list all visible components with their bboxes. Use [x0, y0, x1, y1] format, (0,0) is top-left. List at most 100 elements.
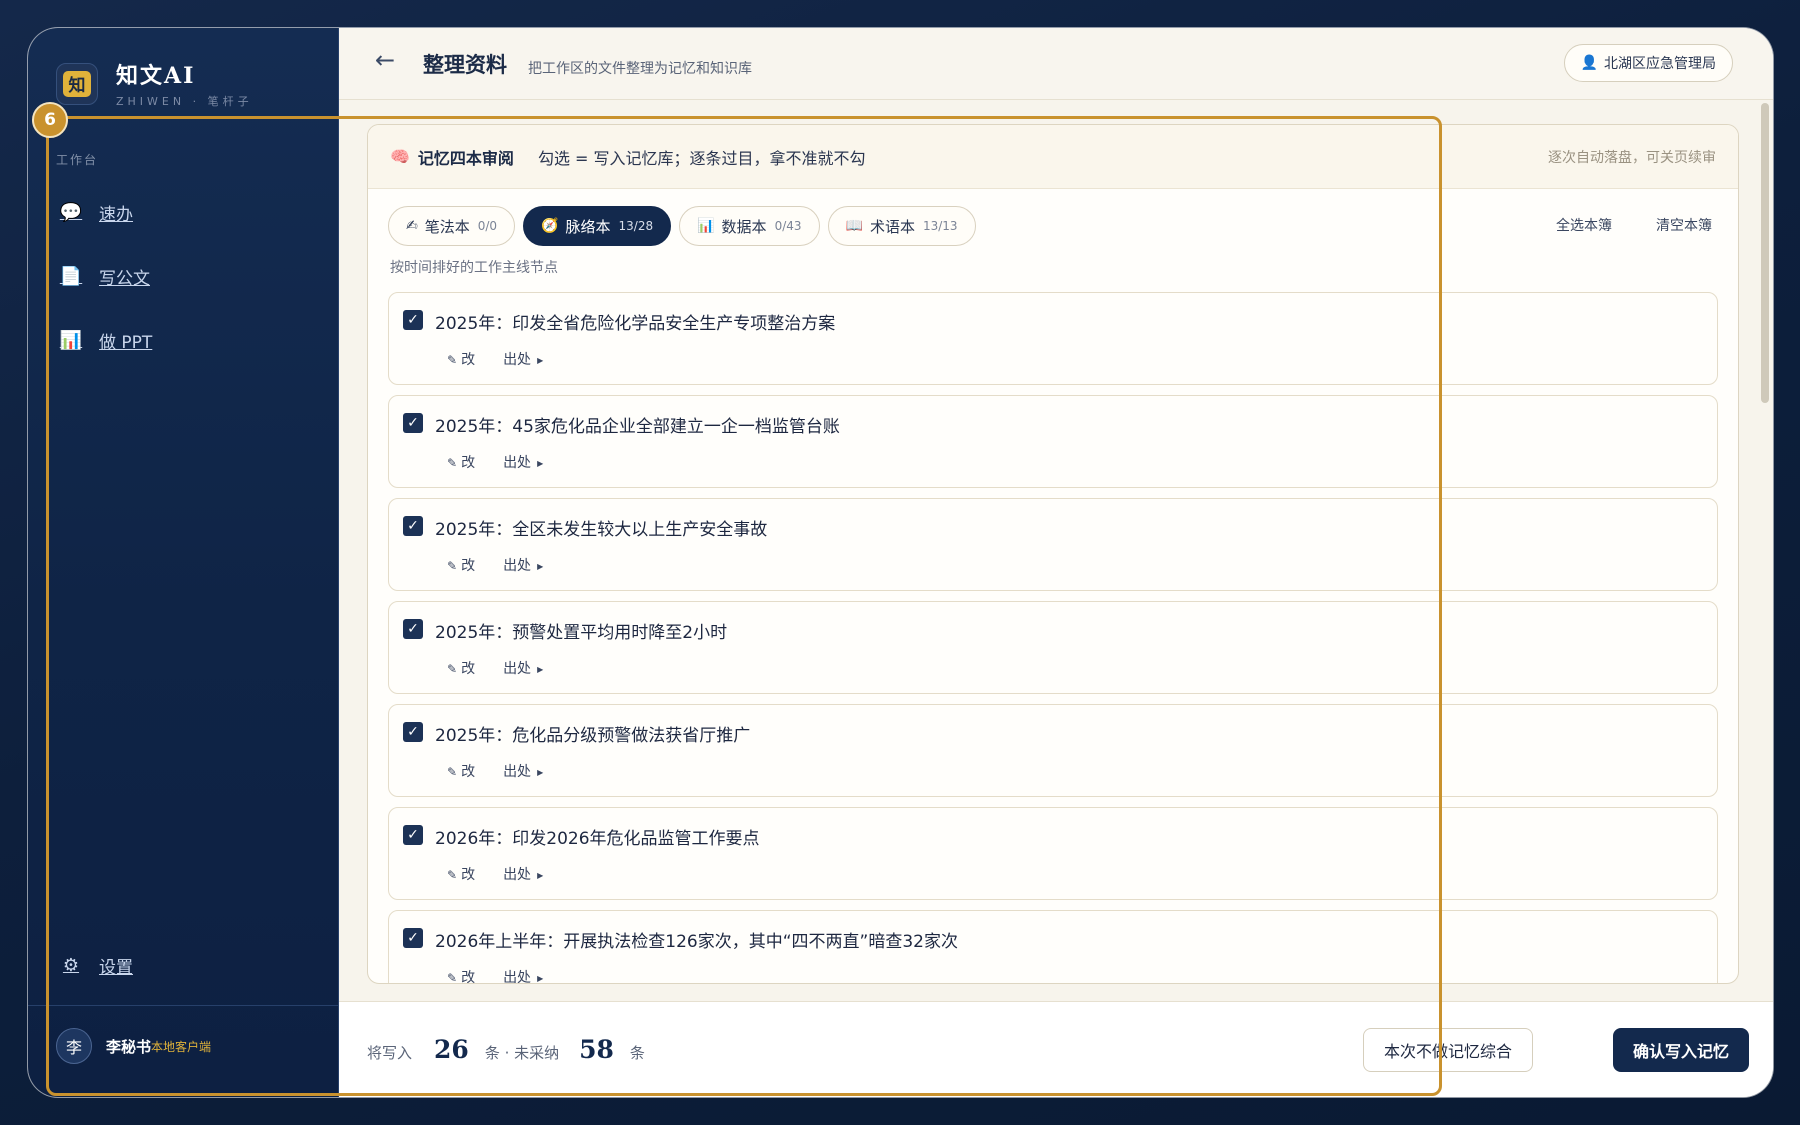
tab-count: 13/13 [922, 219, 958, 233]
user-icon: 👤 [1580, 55, 1598, 71]
org-name: 北湖区应急管理局 [1604, 56, 1716, 72]
pencil-icon: ✎ [447, 559, 458, 573]
item-text: 2025年：全区未发生较大以上生产安全事故 [435, 520, 768, 540]
page-title: 整理资料 [423, 52, 507, 77]
page-header: ← 整理资料 把工作区的文件整理为记忆和知识库 👤 北湖区应急管理局 [339, 28, 1773, 100]
tab-count: 0/0 [477, 219, 498, 233]
triangle-right-icon: ▶ [537, 973, 544, 983]
source-toggle[interactable]: 出处 ▶ [503, 349, 543, 369]
edit-button[interactable]: ✎ 改 [447, 658, 475, 678]
checkbox[interactable]: ✓ [403, 310, 423, 330]
tab-actions: 全选本簿 清空本簿 [1512, 215, 1712, 235]
gear-icon: ⚙ [62, 955, 80, 976]
edit-button[interactable]: ✎ 改 [447, 967, 475, 984]
will-write-label: 将写入 [367, 1044, 413, 1062]
brain-icon: 🧠 [390, 147, 410, 166]
source-toggle[interactable]: 出处 ▶ [503, 555, 543, 575]
autosave-note: 逐次自动落盘，可关页续审 [1548, 149, 1716, 166]
tab-timeline[interactable]: 🧭 脉络本 13/28 [523, 206, 672, 246]
footer-bar: 将写入 26 条 · 未采纳 58 条 本次不做记忆综合 确认写入记忆 [339, 1001, 1773, 1097]
edit-button[interactable]: ✎ 改 [447, 349, 475, 369]
tab-count: 13/28 [618, 219, 654, 233]
org-chip[interactable]: 👤 北湖区应急管理局 [1563, 44, 1733, 82]
tab-data[interactable]: 📊 数据本 0/43 [679, 206, 820, 246]
pencil-icon: ✎ [447, 662, 458, 676]
source-toggle[interactable]: 出处 ▶ [503, 761, 543, 781]
tab-count: 0/43 [774, 219, 802, 233]
tab-label: 数据本 [721, 217, 767, 236]
will-write-count: 26 [434, 1035, 469, 1064]
user-profile[interactable]: 李 李秘书 本地客户端 [56, 1028, 211, 1064]
speech-bubble-icon: 💬 [59, 202, 83, 223]
writing-hand-icon: ✍ [406, 218, 418, 234]
sidebar-divider [28, 1005, 338, 1006]
confirm-write-button[interactable]: 确认写入记忆 [1612, 1028, 1749, 1072]
source-toggle[interactable]: 出处 ▶ [503, 452, 543, 472]
pencil-icon: ✎ [447, 353, 458, 367]
list-item: ✓ 2026年：印发2026年危化品监管工作要点 ✎ 改 出处 ▶ [388, 807, 1718, 900]
pencil-icon: ✎ [447, 456, 458, 470]
bar-chart-icon: 📊 [59, 330, 83, 351]
source-toggle[interactable]: 出处 ▶ [503, 967, 544, 983]
clear-button[interactable]: 清空本簿 [1656, 215, 1712, 235]
card-title: 记忆四本审阅 [417, 148, 514, 168]
edit-button[interactable]: ✎ 改 [447, 761, 475, 781]
checkbox[interactable]: ✓ [403, 722, 423, 742]
pencil-icon: ✎ [447, 971, 458, 984]
item-text: 2025年：印发全省危险化学品安全生产专项整治方案 [435, 314, 836, 334]
list-hint: 按时间排好的工作主线节点 [390, 260, 558, 276]
item-text: 2026年上半年：开展执法检查126家次，其中“四不两直”暗查32家次 [435, 932, 958, 952]
checkbox[interactable]: ✓ [403, 516, 423, 536]
checkbox[interactable]: ✓ [403, 619, 423, 639]
tab-label: 笔法本 [424, 217, 470, 236]
triangle-right-icon: ▶ [537, 561, 544, 571]
card-description: 勾选 = 写入记忆库；逐条过目，拿不准就不勾 [537, 148, 866, 168]
brand-logo: 知 [56, 62, 98, 105]
source-toggle[interactable]: 出处 ▶ [503, 864, 543, 884]
source-toggle[interactable]: 出处 ▶ [503, 658, 543, 678]
nav-section-label: 工作台 [56, 153, 99, 167]
sidebar-item-write-doc[interactable]: 📄 写公文 [58, 264, 150, 289]
sidebar-item-label: 设置 [99, 958, 133, 978]
rejected-count: 58 [579, 1035, 614, 1064]
edit-button[interactable]: ✎ 改 [447, 864, 475, 884]
document-icon: 📄 [59, 266, 83, 287]
checkbox[interactable]: ✓ [403, 825, 423, 845]
edit-button[interactable]: ✎ 改 [447, 452, 475, 472]
brand: 知 知文AI ZHIWEN · 笔杆子 [56, 58, 253, 109]
back-arrow-icon[interactable]: ← [375, 46, 395, 74]
page-subtitle: 把工作区的文件整理为记忆和知识库 [528, 61, 752, 77]
item-text: 2025年：预警处置平均用时降至2小时 [435, 623, 728, 643]
skip-button[interactable]: 本次不做记忆综合 [1362, 1028, 1533, 1072]
user-name: 李秘书 [106, 1037, 152, 1056]
avatar: 李 [56, 1028, 92, 1064]
card-header: 🧠 记忆四本审阅 勾选 = 写入记忆库；逐条过目，拿不准就不勾 逐次自动落盘，可… [368, 125, 1738, 189]
checkbox[interactable]: ✓ [403, 928, 423, 948]
select-all-button[interactable]: 全选本簿 [1556, 215, 1612, 235]
timeline-list: ✓ 2025年：印发全省危险化学品安全生产专项整治方案 ✎ 改 出处 ▶ ✓ 202… [388, 292, 1718, 984]
sidebar-item-ppt[interactable]: 📊 做 PPT [58, 328, 153, 353]
unit-label: 条 [629, 1044, 645, 1062]
pencil-icon: ✎ [447, 765, 458, 779]
book-icon: 📖 [845, 218, 863, 234]
sidebar-item-settings[interactable]: ⚙ 设置 [58, 953, 133, 978]
triangle-right-icon: ▶ [537, 355, 544, 365]
triangle-right-icon: ▶ [537, 664, 544, 674]
write-summary: 将写入 26 条 · 未采纳 58 条 [367, 1035, 645, 1064]
scrollbar[interactable] [1761, 103, 1769, 403]
brand-name: 知文AI [116, 63, 196, 89]
list-item: ✓ 2025年：危化品分级预警做法获省厅推广 ✎ 改 出处 ▶ [388, 704, 1718, 797]
bar-chart-icon: 📊 [697, 218, 715, 234]
tab-writing[interactable]: ✍ 笔法本 0/0 [388, 206, 516, 246]
tab-glossary[interactable]: 📖 术语本 13/13 [827, 206, 976, 246]
app-window: 知 知文AI ZHIWEN · 笔杆子 工作台 💬 速办 📄 写公文 📊 做 P… [28, 28, 1773, 1097]
list-item: ✓ 2026年上半年：开展执法检查126家次，其中“四不两直”暗查32家次 ✎ 改… [388, 910, 1718, 984]
sidebar-item-quick[interactable]: 💬 速办 [58, 200, 133, 225]
item-text: 2025年：危化品分级预警做法获省厅推广 [435, 726, 751, 746]
list-item: ✓ 2025年：45家危化品企业全部建立一企一档监管台账 ✎ 改 出处 ▶ [388, 395, 1718, 488]
sidebar-item-label: 做 PPT [99, 333, 153, 353]
checkbox[interactable]: ✓ [403, 413, 423, 433]
compass-icon: 🧭 [541, 218, 559, 234]
main-panel: ← 整理资料 把工作区的文件整理为记忆和知识库 👤 北湖区应急管理局 🧠 记忆四… [339, 28, 1773, 1097]
edit-button[interactable]: ✎ 改 [447, 555, 475, 575]
